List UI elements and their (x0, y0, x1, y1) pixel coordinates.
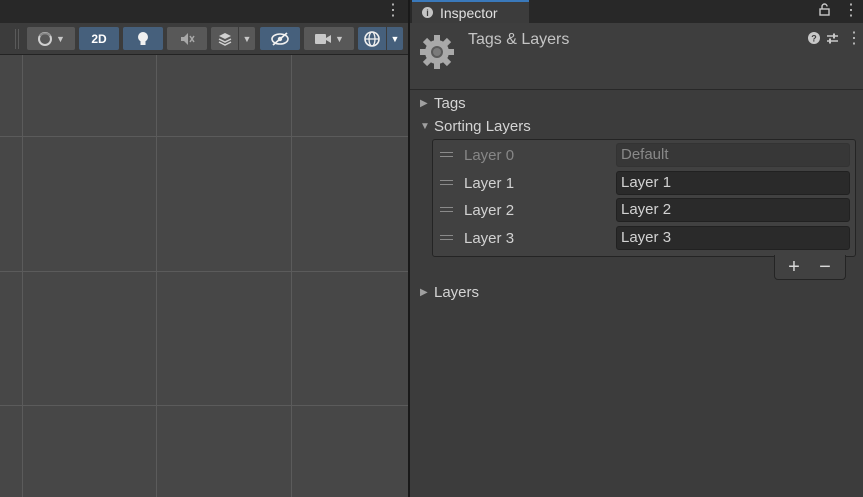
tags-foldout[interactable]: ▶ Tags (420, 95, 466, 112)
chevron-right-icon: ▶ (420, 98, 428, 109)
drag-handle-icon[interactable] (440, 152, 453, 157)
effects-button[interactable] (211, 27, 238, 50)
tags-foldout-label: Tags (434, 95, 466, 112)
sorting-layer-name-field: Default (616, 143, 850, 167)
chevron-down-icon: ▼ (335, 33, 344, 44)
scene-visibility-toggle[interactable] (260, 27, 300, 50)
add-layer-button[interactable]: + (782, 255, 806, 279)
chevron-down-icon: ▼ (56, 33, 65, 44)
lighting-toggle[interactable] (123, 27, 163, 50)
toolbar-grip (15, 29, 16, 49)
draw-mode-button[interactable]: ▼ (27, 27, 75, 50)
grid-line (0, 136, 408, 137)
gizmos-button[interactable] (358, 27, 386, 50)
shading-mode-icon (38, 31, 53, 46)
grid-line (0, 405, 408, 406)
svg-text:?: ? (811, 34, 817, 44)
sorting-layer-label: Layer 1 (464, 175, 515, 192)
help-icon[interactable]: ? (808, 32, 820, 47)
sorting-layers-foldout[interactable]: ▼ Sorting Layers (420, 118, 531, 135)
chevron-down-icon: ▼ (420, 121, 430, 132)
layers-foldout-label: Layers (434, 284, 480, 301)
gizmo-globe-icon (364, 30, 380, 47)
camera-icon (315, 33, 332, 44)
tab-inspector[interactable]: i Inspector (412, 0, 529, 23)
gizmos-dropdown[interactable]: ▼ (387, 27, 403, 50)
info-icon: i (422, 7, 433, 18)
grid-line (0, 271, 408, 272)
scene-view[interactable] (0, 0, 408, 497)
scene-camera-button[interactable]: ▼ (304, 27, 354, 50)
layers-stack-icon (218, 32, 231, 46)
scene-tab-bar: ⋮ (0, 0, 408, 23)
sorting-layers-foldout-label: Sorting Layers (434, 118, 531, 135)
chevron-down-icon: ▼ (242, 33, 252, 44)
toolbar-grip (18, 29, 19, 49)
drag-handle-icon[interactable] (440, 180, 453, 185)
chevron-right-icon: ▶ (420, 287, 428, 298)
page-title: Tags & Layers (468, 31, 570, 48)
layers-foldout[interactable]: ▶ Layers (420, 284, 479, 301)
chevron-down-icon: ▼ (390, 33, 400, 44)
2d-mode-toggle[interactable]: 2D (79, 27, 119, 50)
context-menu-icon[interactable]: ⋮ (846, 31, 862, 47)
effects-dropdown[interactable]: ▼ (239, 27, 255, 50)
audio-toggle[interactable] (167, 27, 207, 50)
remove-layer-button[interactable]: − (813, 255, 837, 279)
2d-mode-label: 2D (91, 31, 107, 46)
sorting-layer-name-field[interactable]: Layer 2 (616, 198, 850, 222)
presets-icon[interactable] (826, 32, 839, 48)
sorting-layer-name-field[interactable]: Layer 3 (616, 226, 850, 250)
hidden-eye-icon (271, 31, 289, 46)
grid-line (156, 55, 157, 497)
inspector-tab-label: Inspector (440, 4, 498, 21)
audio-muted-icon (181, 32, 195, 45)
more-options-icon[interactable]: ⋮ (843, 3, 859, 19)
sorting-layer-label: Layer 0 (464, 147, 515, 164)
sorting-layer-name-field[interactable]: Layer 1 (616, 171, 850, 195)
lock-icon[interactable] (819, 3, 830, 19)
sorting-layer-label: Layer 3 (464, 230, 515, 247)
light-bulb-icon (138, 31, 148, 45)
drag-handle-icon[interactable] (440, 207, 453, 212)
more-options-icon[interactable]: ⋮ (385, 3, 401, 19)
grid-line (291, 55, 292, 497)
settings-gear-icon (418, 33, 456, 76)
sorting-layer-label: Layer 2 (464, 202, 515, 219)
grid-line (22, 55, 23, 497)
drag-handle-icon[interactable] (440, 235, 453, 240)
